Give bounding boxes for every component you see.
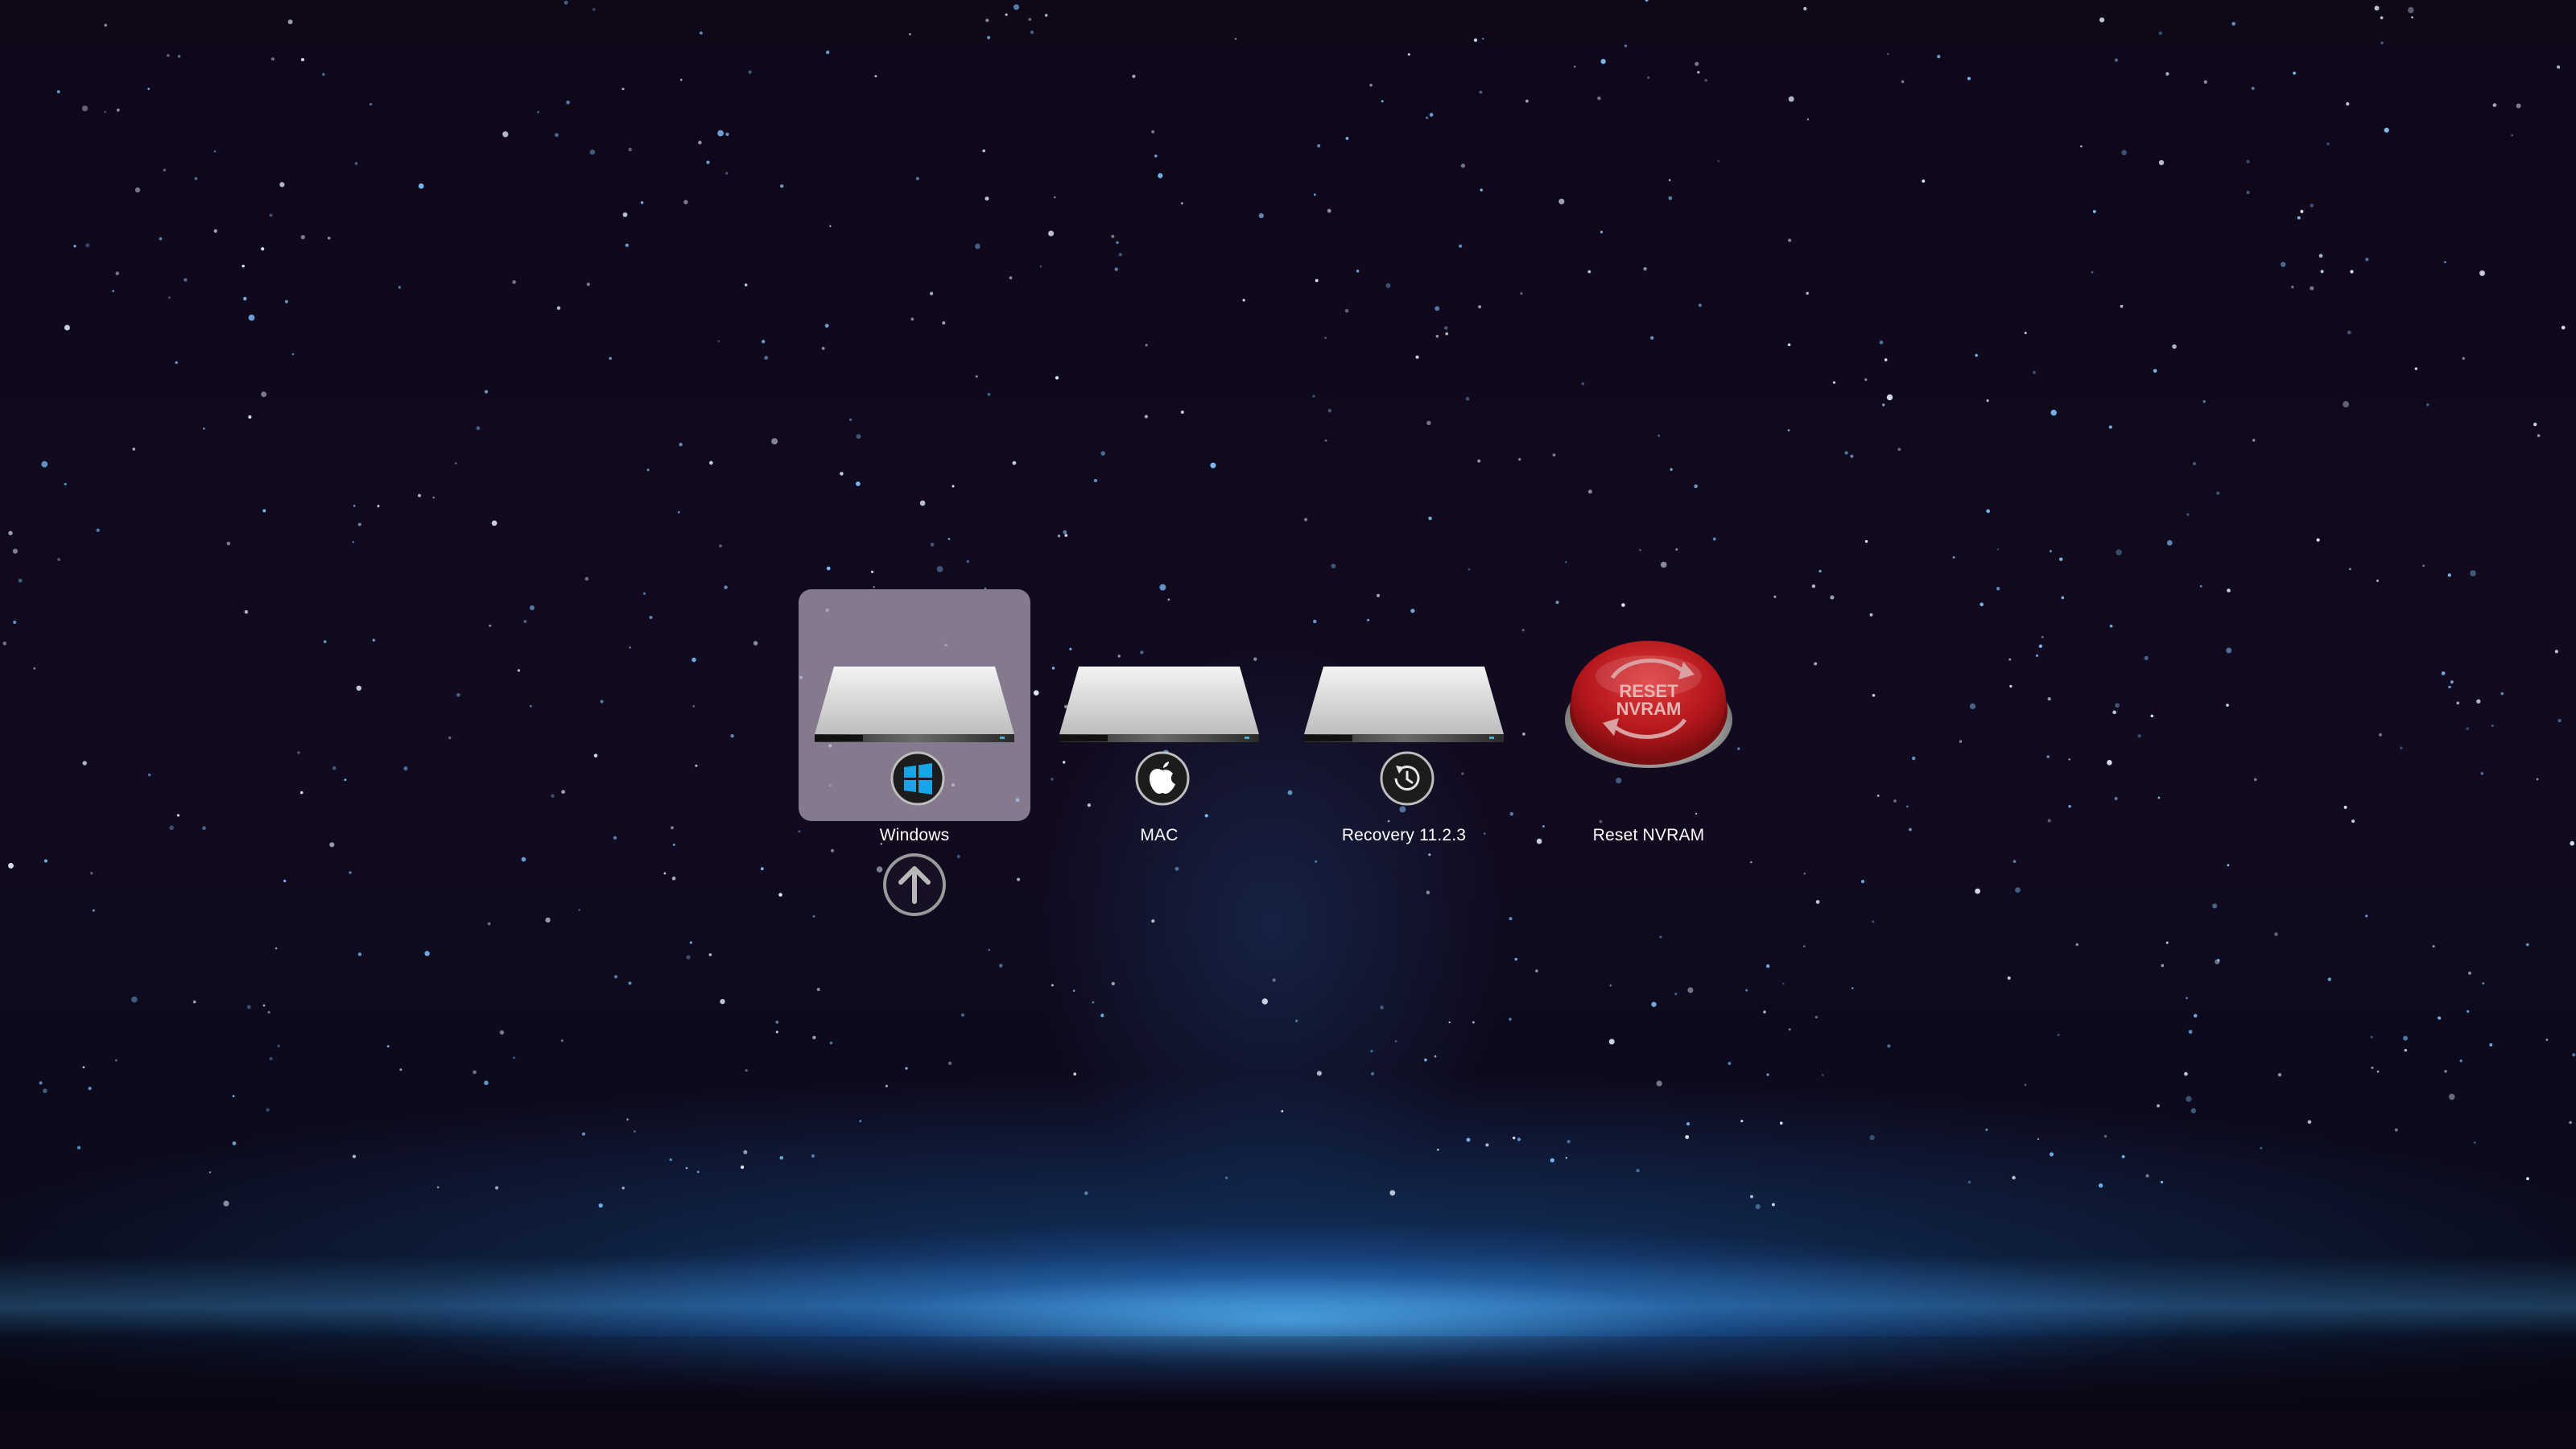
recovery-clock-icon bbox=[1380, 751, 1435, 806]
reset-nvram-button-icon[interactable]: RESET NVRAM bbox=[1563, 630, 1735, 774]
windows-logo-icon bbox=[890, 751, 945, 806]
up-arrow-icon[interactable] bbox=[881, 852, 947, 918]
nvram-text-line2: NVRAM bbox=[1616, 699, 1682, 719]
boot-picker-screen: RESET NVRAM Windows MAC Recovery 11.2.3 … bbox=[0, 0, 2576, 1449]
boot-entry-list: RESET NVRAM Windows MAC Recovery 11.2.3 … bbox=[0, 0, 2576, 1449]
boot-label-reset-nvram: Reset NVRAM bbox=[1592, 826, 1705, 844]
apple-logo-icon bbox=[1135, 751, 1190, 806]
